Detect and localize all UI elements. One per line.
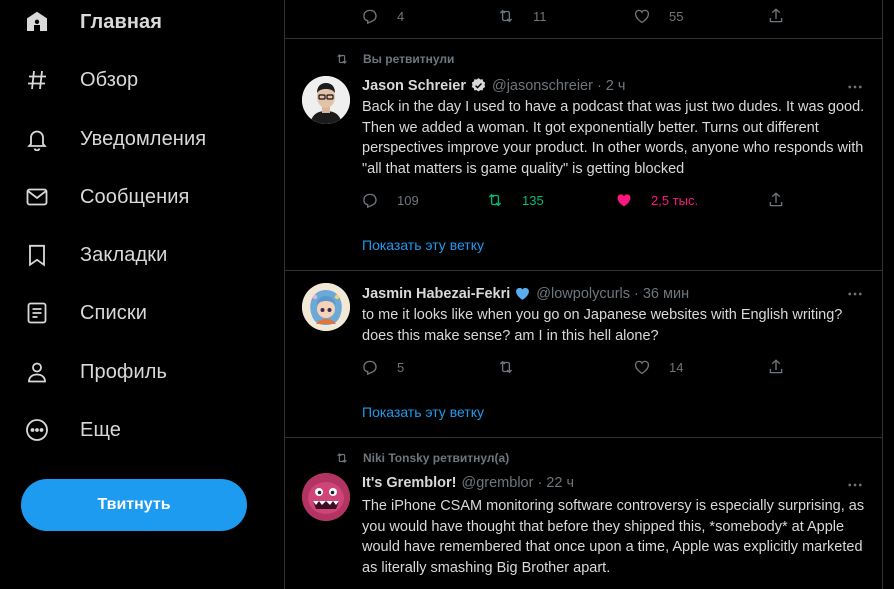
share-icon — [769, 8, 783, 23]
separator-dot: · — [634, 285, 639, 302]
sidebar-item-label: Уведомления — [80, 127, 207, 150]
retweet-count: 135 — [522, 192, 544, 208]
author-name[interactable]: It's Gremblor! — [362, 475, 457, 491]
retweet-icon — [337, 453, 347, 463]
more-circle-icon — [24, 417, 50, 443]
tweet-text: to me it looks like when you go on Japan… — [362, 307, 843, 344]
reply-button[interactable]: 5 — [361, 357, 404, 377]
author-handle[interactable]: @jasonschreier — [492, 78, 593, 94]
sidebar-item-lists[interactable]: Списки — [24, 291, 147, 335]
more-options-icon[interactable] — [846, 285, 864, 303]
like-button[interactable]: 55 — [633, 6, 683, 26]
sidebar-item-explore[interactable]: Обзор — [24, 58, 138, 102]
divider — [285, 38, 882, 39]
author-handle[interactable]: @gremblor — [462, 475, 534, 491]
tweet-header: It's Gremblor! @gremblor · 22 ч — [362, 475, 574, 491]
heart-filled-icon — [617, 194, 631, 207]
reply-icon — [363, 193, 377, 209]
sidebar: Главная Обзор Уведомления Сообщения Закл… — [0, 0, 284, 589]
reply-icon — [363, 9, 377, 25]
avatar[interactable] — [302, 473, 350, 521]
tweet-actions: 5 14 — [361, 357, 791, 377]
share-button[interactable] — [767, 190, 803, 210]
hashtag-icon — [24, 67, 50, 93]
sidebar-item-notifications[interactable]: Уведомления — [24, 117, 206, 161]
like-button[interactable]: 14 — [633, 357, 683, 377]
reply-count: 109 — [397, 192, 419, 208]
retweet-count: 11 — [533, 8, 547, 24]
verified-badge-icon — [471, 78, 486, 92]
sidebar-item-label: Закладки — [80, 243, 168, 266]
bookmark-icon — [24, 242, 50, 268]
home-icon — [24, 9, 50, 35]
tweet-text: The iPhone CSAM monitoring software cont… — [362, 498, 865, 576]
avatar[interactable] — [302, 76, 350, 124]
reply-count: 4 — [397, 8, 405, 24]
sidebar-item-label: Профиль — [80, 360, 168, 383]
like-button[interactable]: 2,5 тыс. — [615, 190, 698, 210]
more-options-icon[interactable] — [846, 476, 864, 494]
separator-dot: · — [537, 475, 543, 491]
sidebar-item-bookmarks[interactable]: Закладки — [24, 233, 167, 277]
retweet-icon — [499, 9, 513, 23]
sidebar-item-label: Главная — [80, 10, 163, 33]
author-name[interactable]: Jason Schreier — [362, 78, 466, 94]
retweet-context: Вы ретвитнули — [335, 52, 454, 66]
sidebar-item-label: Обзор — [80, 68, 139, 91]
tweet-time[interactable]: 22 ч — [546, 475, 574, 491]
retweet-icon — [499, 360, 513, 374]
like-count: 55 — [669, 8, 684, 24]
reply-count: 5 — [397, 359, 405, 375]
sidebar-item-label: Сообщения — [80, 185, 190, 208]
reply-icon — [363, 360, 377, 376]
author-handle[interactable]: @lowpolycurls — [536, 286, 630, 302]
heart-icon — [634, 9, 650, 24]
retweet-context: Niki Tonsky ретвитнул(а) — [335, 451, 509, 465]
tweet-button[interactable]: Твитнуть — [21, 479, 247, 531]
retweet-icon — [337, 54, 347, 64]
like-count: 14 — [669, 359, 684, 375]
share-icon — [769, 359, 783, 374]
share-button[interactable] — [767, 6, 803, 26]
retweet-icon — [488, 193, 502, 207]
share-button[interactable] — [767, 357, 803, 377]
timeline: 4 11 55 Вы ретвитнули Jason Schreier @ja… — [284, 0, 883, 589]
tweet-time[interactable]: 2 ч — [606, 78, 626, 94]
tweet-actions: 109 135 2,5 тыс. — [361, 190, 791, 210]
sidebar-item-profile[interactable]: Профиль — [24, 350, 167, 394]
retweet-button[interactable]: 135 — [486, 190, 544, 210]
tweet-header: Jason Schreier @jasonschreier · 2 ч — [362, 77, 625, 94]
divider — [285, 270, 882, 271]
bell-icon — [24, 126, 50, 152]
avatar[interactable] — [302, 283, 350, 331]
retweet-context-label: Niki Tonsky ретвитнул(а) — [363, 451, 510, 465]
divider — [285, 437, 882, 438]
author-name[interactable]: Jasmin Habezai-Fekri — [362, 286, 510, 302]
sidebar-item-messages[interactable]: Сообщения — [24, 175, 189, 219]
retweet-button[interactable] — [497, 357, 533, 377]
retweet-button[interactable]: 11 — [497, 6, 547, 26]
show-thread-link[interactable]: Показать эту ветку — [362, 237, 484, 253]
heart-icon — [634, 360, 650, 375]
separator-dot: · — [596, 77, 602, 94]
reply-button[interactable]: 4 — [361, 6, 404, 26]
tweet-time[interactable]: 36 мин — [643, 286, 689, 302]
more-options-icon[interactable] — [846, 78, 864, 96]
reply-button[interactable]: 109 — [361, 190, 419, 210]
sidebar-item-label: Списки — [80, 301, 147, 324]
mail-icon — [24, 184, 50, 210]
list-icon — [24, 300, 50, 326]
sidebar-item-label: Еще — [80, 418, 121, 441]
show-thread-link[interactable]: Показать эту ветку — [362, 404, 484, 420]
blue-heart-icon — [516, 287, 530, 300]
like-count: 2,5 тыс. — [651, 192, 699, 208]
tweet-text: Back in the day I used to have a podcast… — [362, 99, 865, 177]
tweet-header: Jasmin Habezai-Fekri @lowpolycurls · 36 … — [362, 285, 689, 302]
sidebar-item-more[interactable]: Еще — [24, 408, 121, 452]
sidebar-item-home[interactable]: Главная — [24, 0, 162, 44]
person-icon — [24, 359, 50, 385]
tweet-actions: 4 11 55 — [361, 6, 791, 26]
retweet-context-label: Вы ретвитнули — [363, 52, 455, 66]
share-icon — [769, 192, 783, 207]
